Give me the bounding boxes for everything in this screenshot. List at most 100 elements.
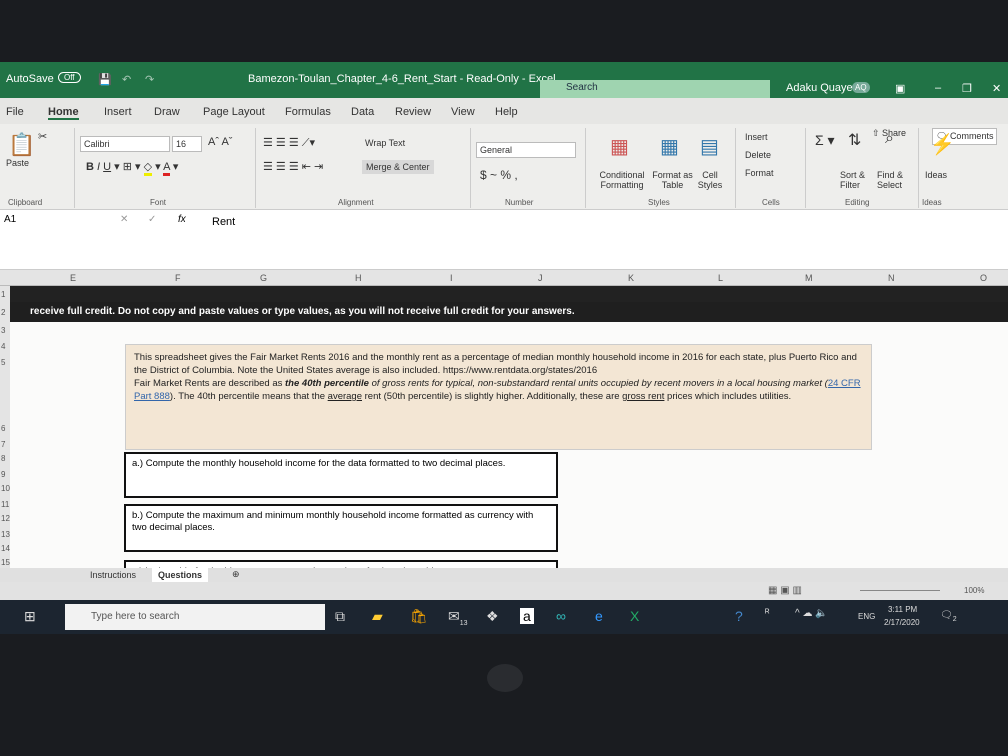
enter-icon[interactable]: ✓ [148,214,156,225]
font-name-select[interactable]: Calibri [80,136,170,152]
search-box[interactable]: Search [540,80,770,98]
font-size-select[interactable]: 16 [172,136,202,152]
conditional-formatting-icon[interactable]: ▦ [610,134,629,159]
tab-view[interactable]: View [451,106,475,118]
tab-insert[interactable]: Insert [104,106,132,118]
tab-instructions[interactable]: Instructions [90,570,136,580]
close-button[interactable]: ✕ [992,82,1001,95]
language-indicator[interactable]: ENG [858,612,875,621]
delete-cells-button[interactable]: Delete [745,150,771,160]
number-format-select[interactable]: General [476,142,576,158]
fx-icon[interactable]: fx [178,214,186,225]
row-header[interactable]: 15 [1,558,10,567]
task-view-icon[interactable]: ⧉ [335,608,345,625]
tab-data[interactable]: Data [351,106,374,118]
find-select-button[interactable]: Find & Select [877,170,912,190]
help-icon[interactable]: ? [735,608,743,624]
row-header[interactable]: 8 [1,454,5,463]
column-header[interactable]: J [538,273,543,283]
column-header[interactable]: I [450,273,453,283]
font-style-buttons[interactable]: B I U ▾ ⊞ ▾ ◇ ▾ A ▾ [86,160,178,176]
indent-buttons[interactable]: ☰ ☰ ☰ ⇤ ⇥ [263,160,323,173]
zoom-level[interactable]: 100% [964,586,984,595]
ribbon-display-button[interactable]: ▣ [895,82,905,95]
mail-icon[interactable]: ✉13 [448,608,468,627]
tab-review[interactable]: Review [395,106,431,118]
tray-icons[interactable]: ^ ☁ 🔈 [795,608,828,619]
column-header[interactable]: M [805,273,813,283]
row-header[interactable]: 11 [1,500,9,509]
format-table-icon[interactable]: ▦ [660,134,679,159]
format-cells-button[interactable]: Format [745,168,774,178]
restore-button[interactable]: ❐ [962,82,972,95]
wrap-text-button[interactable]: Wrap Text [365,138,405,148]
minimize-button[interactable]: – [935,82,941,94]
paste-icon[interactable]: 📋 [8,132,35,158]
file-explorer-icon[interactable]: ▰ [372,608,383,625]
intro-textbox[interactable]: This spreadsheet gives the Fair Market R… [125,344,872,450]
find-icon[interactable]: ⌕ [885,130,894,148]
dropbox-icon[interactable]: ❖ [486,608,499,625]
windows-start-icon[interactable]: ⊞ [24,608,36,625]
save-icon[interactable]: 💾 [98,73,112,86]
taskbar-search[interactable]: Type here to search [65,604,325,630]
tab-draw[interactable]: Draw [154,106,180,118]
row-header[interactable]: 4 [1,342,5,351]
merge-center-button[interactable]: Merge & Center [362,160,434,174]
avatar[interactable]: AQ [852,82,870,93]
formula-input[interactable]: Rent [212,216,235,228]
currency-buttons[interactable]: $ ~ % , [480,168,518,182]
tab-file[interactable]: File [6,106,24,118]
question-b-textbox[interactable]: b.) Compute the maximum and minimum mont… [124,504,558,552]
row-header[interactable]: 7 [1,440,5,449]
format-as-table-button[interactable]: Format as Table [650,170,695,190]
redo-icon[interactable]: ↷ [145,73,154,86]
excel-icon[interactable]: X [630,608,639,624]
undo-icon[interactable]: ↶ [122,73,131,86]
cut-icon[interactable]: ✂ [38,130,47,143]
row-header[interactable]: 6 [1,424,5,433]
column-header[interactable]: G [260,273,267,283]
row-header[interactable]: 1 [1,290,5,299]
column-header[interactable]: E [70,273,76,283]
row-header[interactable]: 3 [1,326,5,335]
tab-home[interactable]: Home [48,106,79,120]
tab-page-layout[interactable]: Page Layout [203,106,265,118]
column-header[interactable]: F [175,273,181,283]
zoom-slider[interactable] [860,590,940,591]
row-header[interactable]: 2 [1,308,5,317]
autosave-toggle[interactable]: Off [58,72,81,83]
insert-cells-button[interactable]: Insert [745,132,768,142]
tab-formulas[interactable]: Formulas [285,106,331,118]
store-icon[interactable]: 🛍 [410,608,428,625]
amazon-icon[interactable]: a [520,608,534,624]
clock-date[interactable]: 2/17/2020 [884,618,920,627]
name-box[interactable]: A1 [4,214,84,225]
row-header[interactable]: 13 [1,530,10,539]
view-buttons[interactable]: ▦ ▣ ▥ [768,585,802,596]
row-header[interactable]: 9 [1,470,5,479]
column-header[interactable]: K [628,273,634,283]
align-buttons[interactable]: ☰ ☰ ☰ ⟋▾ [263,136,315,150]
conditional-formatting-button[interactable]: Conditional Formatting [592,170,652,190]
autosum-icon[interactable]: Σ ▾ [815,132,835,149]
row-header[interactable]: 10 [1,484,10,493]
paste-label[interactable]: Paste [6,158,29,168]
column-header[interactable]: O [980,273,987,283]
edge-icon[interactable]: e [595,608,603,624]
tab-help[interactable]: Help [495,106,518,118]
column-header[interactable]: L [718,273,723,283]
cell-styles-button[interactable]: Cell Styles [695,170,725,190]
row-header[interactable]: 14 [1,544,10,553]
notification-icon[interactable]: 🗨2 [940,610,957,623]
add-sheet-button[interactable]: ⊕ [232,569,240,580]
row-header[interactable]: 12 [1,514,10,523]
instructions-row[interactable]: receive full credit. Do not copy and pas… [10,302,1008,322]
question-a-textbox[interactable]: a.) Compute the monthly household income… [124,452,558,498]
column-header[interactable]: N [888,273,895,283]
cancel-icon[interactable]: ✕ [120,214,128,225]
font-size-grow-icon[interactable]: Aˆ Aˇ [208,136,232,148]
sort-filter-button[interactable]: Sort & Filter [840,170,875,190]
clock-time[interactable]: 3:11 PM [888,605,917,614]
user-name[interactable]: Adaku Quaye [786,82,853,94]
